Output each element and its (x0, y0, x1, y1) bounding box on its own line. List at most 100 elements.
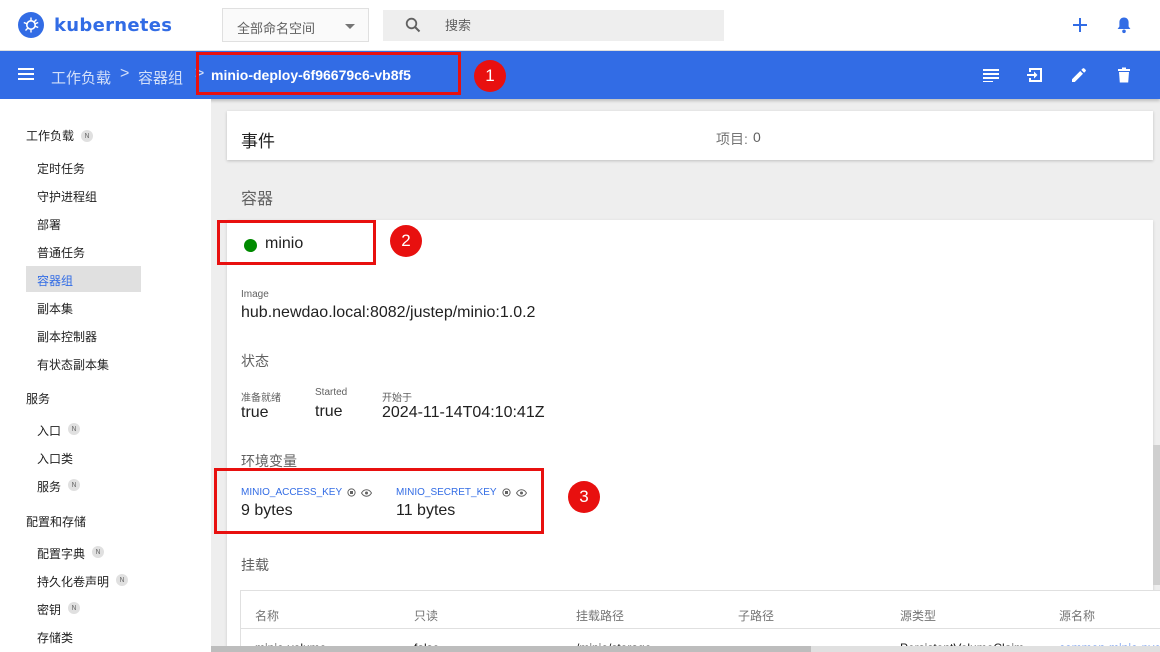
logs-icon (983, 69, 999, 82)
sidebar-item-jobs[interactable]: 普通任务 (26, 238, 141, 264)
notifications-button[interactable] (1113, 14, 1135, 36)
breadcrumb-pods[interactable]: 容器组 (138, 67, 183, 88)
sidebar-section-label: 服务 (26, 392, 51, 406)
kubernetes-wheel-icon (18, 12, 44, 38)
create-button[interactable] (1069, 14, 1091, 36)
sidebar-item-cronjobs[interactable]: 定时任务 (26, 154, 141, 180)
table-header: 挂载路径 (576, 609, 625, 623)
sidebar-item-replicasets[interactable]: 副本集 (26, 294, 141, 320)
mounts-title: 挂载 (241, 557, 269, 573)
sidebar-item-pvcs[interactable]: 持久化卷声明 N (26, 567, 141, 593)
pencil-icon (1072, 68, 1086, 82)
trash-icon (1118, 67, 1130, 83)
chevron-down-icon (345, 24, 355, 29)
search-bar (383, 10, 724, 41)
sidebar-item-daemonsets[interactable]: 守护进程组 (26, 182, 141, 208)
exec-button[interactable] (1024, 64, 1046, 86)
sidebar-item-configmaps[interactable]: 配置字典 N (26, 539, 141, 565)
sidebar-item-label: 存储类 (37, 631, 74, 645)
sidebar-item-secrets[interactable]: 密钥 N (26, 595, 141, 621)
top-bar: kubernetes 全部命名空间 (0, 0, 1160, 51)
table-header: 源名称 (1059, 609, 1096, 623)
breadcrumb-workloads[interactable]: 工作负载 (51, 67, 111, 88)
new-badge: N (68, 602, 81, 614)
new-badge: N (92, 546, 105, 558)
sidebar-item-storageclasses[interactable]: 存储类 (26, 623, 141, 649)
new-badge: N (116, 574, 129, 586)
sidebar-item-label: 持久化卷声明 (37, 575, 110, 589)
sidebar-item-label: 容器组 (37, 274, 74, 288)
containers-title: 容器 (241, 191, 274, 208)
search-icon (405, 17, 421, 38)
main-content: 事件 项目: 0 容器 minio Image hub.newdao.local… (211, 99, 1160, 652)
sidebar-item-label: 服务 (37, 480, 62, 494)
namespace-value: 全部命名空间 (237, 21, 316, 36)
sidebar-item-label: 副本控制器 (37, 330, 98, 344)
ready-label: 准备就绪 (241, 393, 281, 404)
sidebar-item-label: 有状态副本集 (37, 358, 110, 372)
new-badge: N (81, 130, 94, 142)
vertical-scrollbar[interactable] (1153, 445, 1160, 585)
bell-icon (1117, 17, 1131, 34)
search-input[interactable] (445, 10, 715, 41)
events-title: 事件 (241, 132, 275, 151)
container-card (227, 220, 1153, 652)
delete-button[interactable] (1113, 64, 1135, 86)
sidebar-item-statefulsets[interactable]: 有状态副本集 (26, 350, 141, 376)
sidebar-section-label: 工作负载 (26, 129, 75, 143)
sidebar-item-deployments[interactable]: 部署 (26, 210, 141, 236)
sidebar-item-label: 部署 (37, 218, 62, 232)
status-title: 状态 (241, 353, 269, 369)
sidebar-item-ingressclasses[interactable]: 入口类 (26, 444, 141, 470)
started-label: Started (315, 387, 348, 398)
annotation-box-1 (196, 52, 461, 95)
edit-button[interactable] (1068, 64, 1090, 86)
ready-value: true (241, 404, 269, 421)
table-header: 只读 (414, 609, 439, 623)
sidebar-section-config-storage[interactable]: 配置和存储 (26, 513, 86, 530)
kubernetes-logo[interactable]: kubernetes (18, 12, 172, 38)
hamburger-icon (18, 68, 34, 80)
annotation-box-3 (214, 468, 544, 534)
annotation-marker-3: 3 (568, 481, 600, 513)
horizontal-scrollbar[interactable] (211, 646, 1160, 652)
started-at-value: 2024-11-14T04:10:41Z (382, 404, 545, 421)
plus-icon (1073, 18, 1087, 32)
app-name: kubernetes (54, 14, 173, 36)
logs-button[interactable] (980, 64, 1002, 86)
sidebar-item-label: 入口类 (37, 452, 74, 466)
sidebar-item-label: 密钥 (37, 603, 62, 617)
annotation-box-2 (217, 220, 376, 265)
sidebar-section-workloads[interactable]: 工作负载 N (26, 127, 94, 144)
sidebar-item-ingresses[interactable]: 入口 N (26, 416, 141, 442)
sidebar-item-services[interactable]: 服务 N (26, 472, 141, 498)
sidebar-item-label: 副本集 (37, 302, 74, 316)
breadcrumb-separator: > (120, 65, 130, 82)
sidebar-item-replicationcontrollers[interactable]: 副本控制器 (26, 322, 141, 348)
events-count: 0 (753, 129, 761, 145)
table-header: 子路径 (738, 609, 775, 623)
sidebar-section-label: 配置和存储 (26, 515, 87, 529)
sidebar-item-pods[interactable]: 容器组 (26, 266, 141, 292)
table-divider (241, 628, 1160, 629)
events-count-label: 项目: (716, 131, 748, 147)
namespace-select[interactable]: 全部命名空间 (222, 8, 369, 42)
annotation-marker-2: 2 (390, 225, 422, 257)
new-badge: N (68, 423, 81, 435)
sidebar-item-label: 普通任务 (37, 246, 86, 260)
events-card: 事件 项目: 0 (227, 111, 1153, 160)
new-badge: N (68, 479, 81, 491)
sidebar-item-label: 守护进程组 (37, 190, 98, 204)
menu-button[interactable] (18, 67, 34, 86)
sidebar: 工作负载 N 定时任务 守护进程组 部署 普通任务 容器组 副本集 副本控制器 … (0, 99, 211, 652)
mounts-table: 名称 只读 挂载路径 子路径 源类型 源名称 minio-volume fals… (240, 590, 1160, 652)
started-value: true (315, 403, 343, 420)
scrollbar-thumb[interactable] (211, 646, 811, 652)
sidebar-item-label: 定时任务 (37, 162, 86, 176)
annotation-marker-1: 1 (474, 60, 506, 92)
exec-icon (1027, 68, 1042, 82)
sidebar-section-services[interactable]: 服务 (26, 390, 50, 407)
image-label: Image (241, 289, 269, 300)
table-header: 名称 (255, 609, 280, 623)
sidebar-item-label: 入口 (37, 424, 62, 438)
